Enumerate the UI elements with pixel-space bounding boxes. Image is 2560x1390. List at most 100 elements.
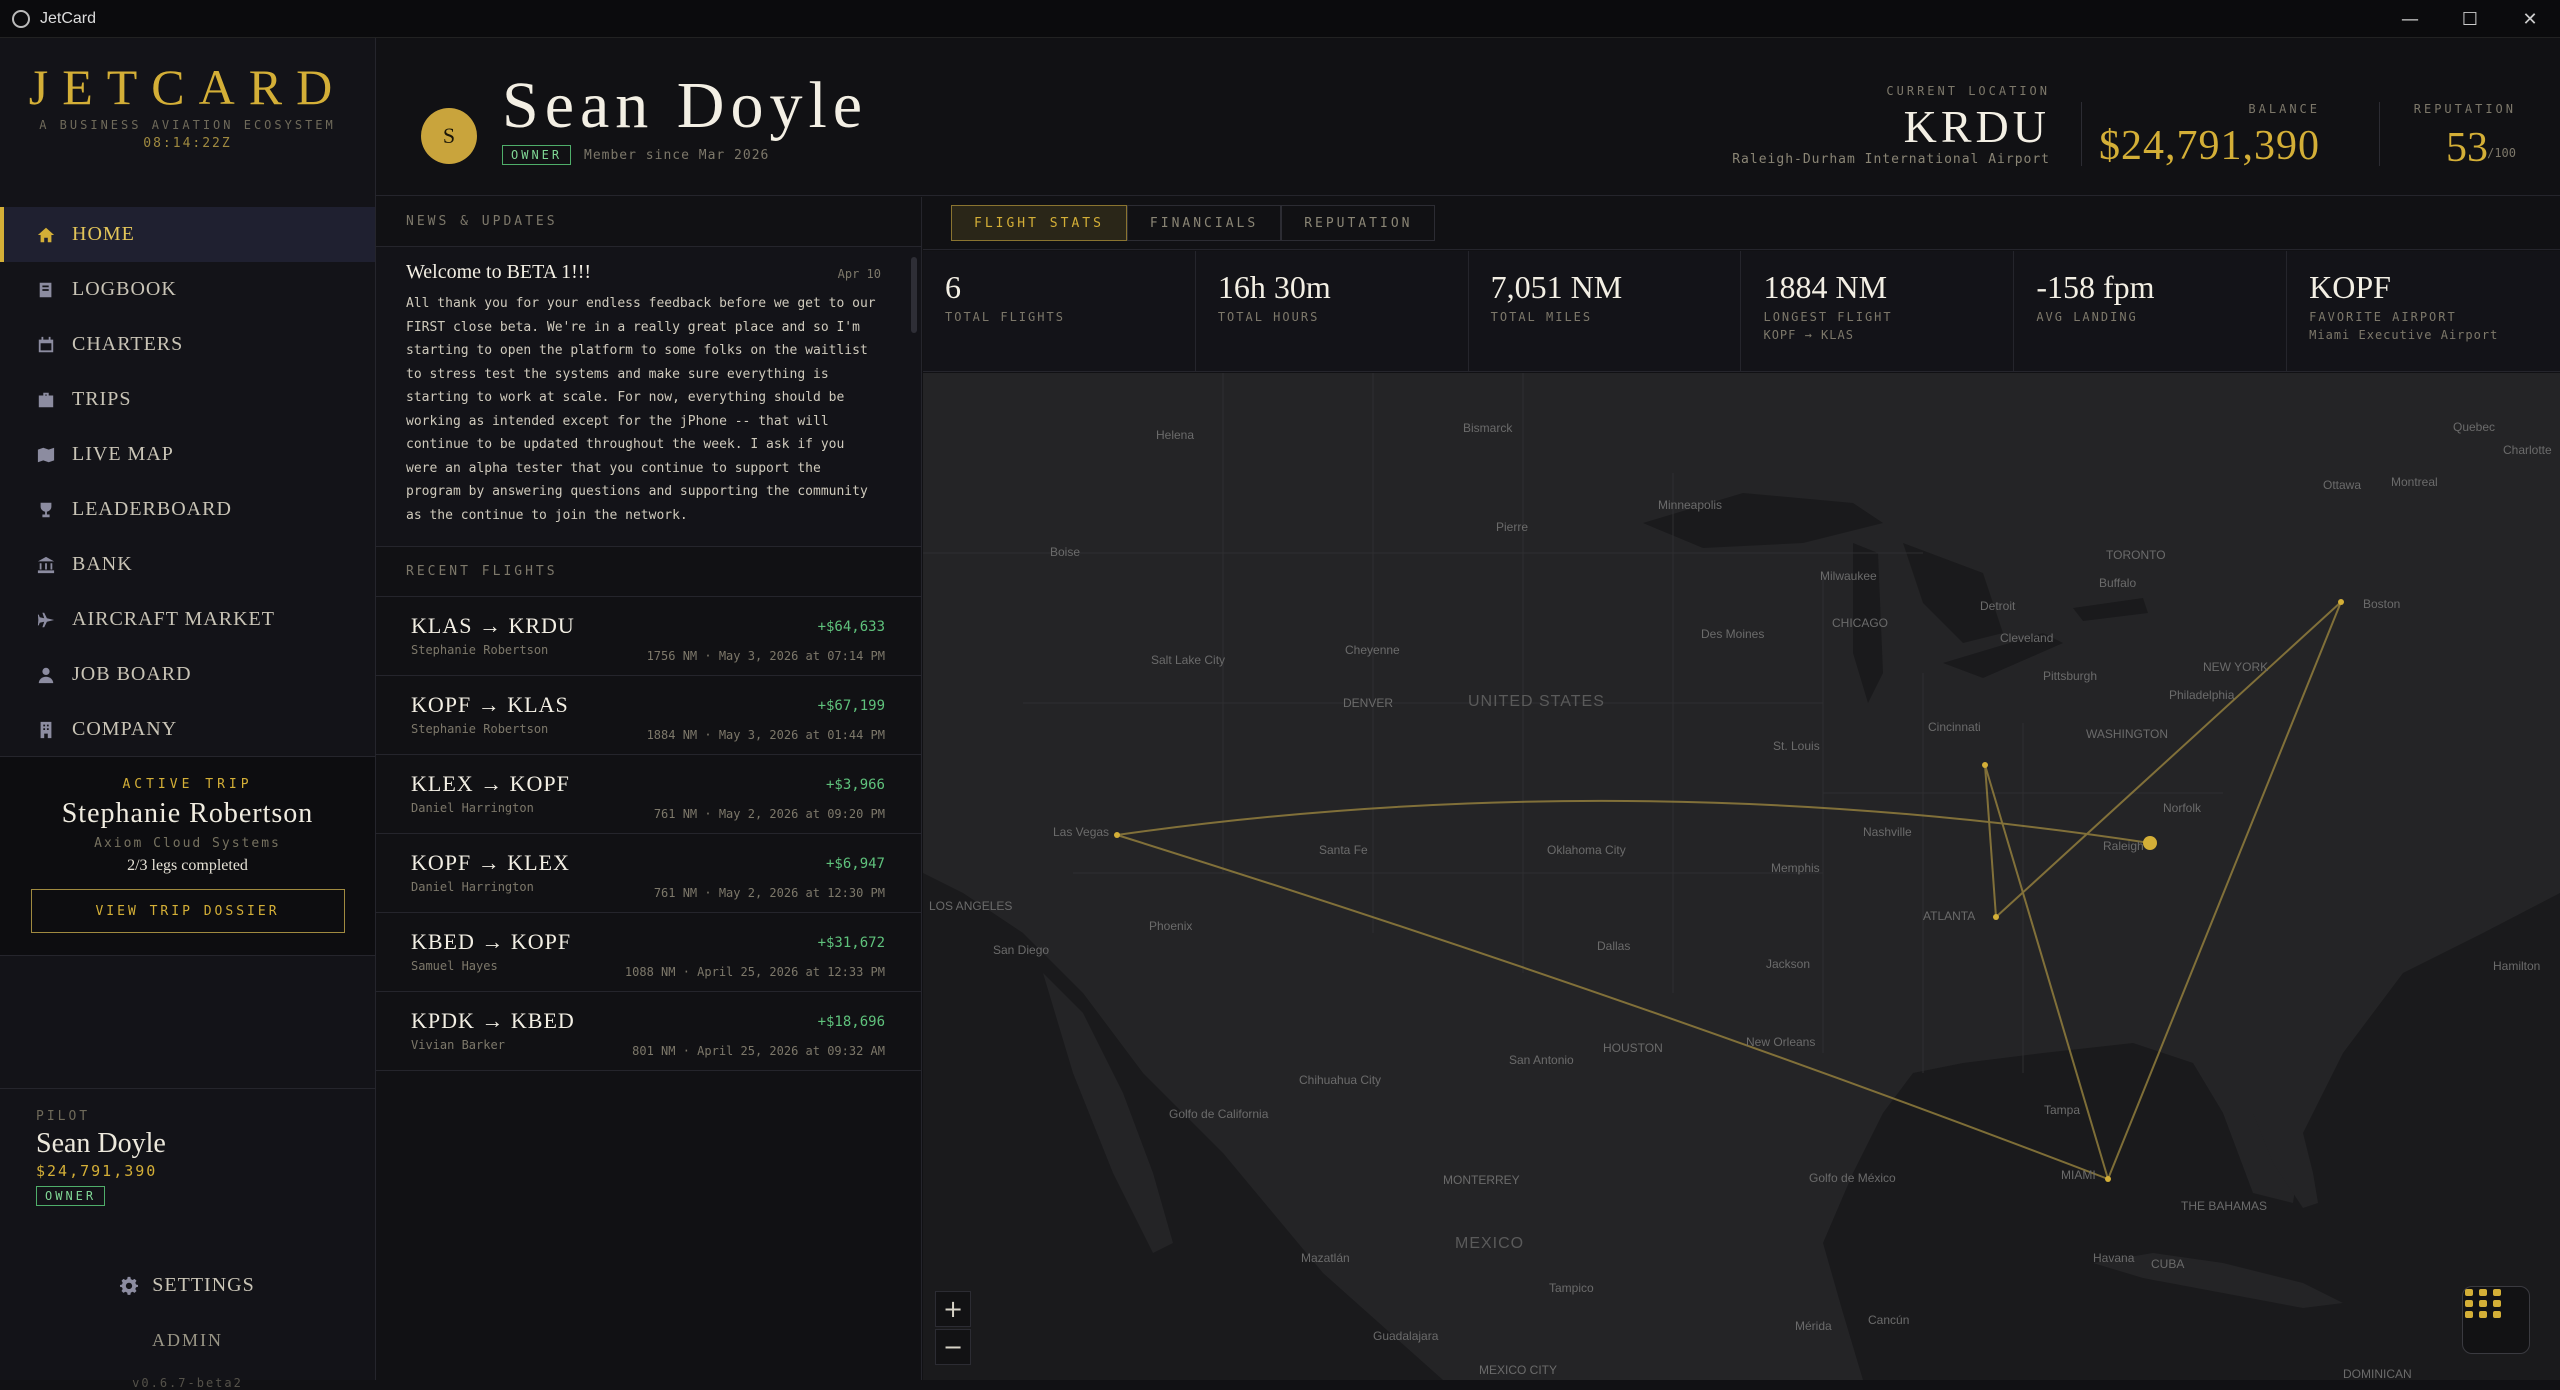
map-label: Bismarck [1463, 421, 1513, 435]
map-label: Detroit [1980, 599, 2016, 613]
profile-header: S Sean Doyle OWNER Member since Mar 2026… [376, 38, 2560, 196]
nav-item-home[interactable]: HOME [0, 207, 375, 262]
minimize-button[interactable]: — [2380, 0, 2440, 38]
active-trip-client: Stephanie Robertson [61, 798, 314, 829]
settings-button[interactable]: SETTINGS [0, 1274, 375, 1297]
sidebar: JETCARD A BUSINESS AVIATION ECOSYSTEM 08… [0, 38, 376, 1390]
nav-item-aircraft-market[interactable]: AIRCRAFT MARKET [0, 592, 375, 647]
map-label: Tampico [1549, 1281, 1594, 1295]
nav-label: HOME [72, 223, 135, 245]
map-label: MEXICO CITY [1479, 1363, 1558, 1377]
close-button[interactable]: ✕ [2500, 0, 2560, 38]
map-label: Santa Fe [1319, 843, 1368, 857]
flight-meta: 801 NM · April 25, 2026 at 09:32 AM [632, 1044, 885, 1058]
view-trip-dossier-button[interactable]: VIEW TRIP DOSSIER [30, 889, 345, 933]
building-icon [36, 720, 56, 740]
tab-flight-stats[interactable]: FLIGHT STATS [951, 205, 1127, 241]
flight-meta: 761 NM · May 2, 2026 at 12:30 PM [653, 886, 885, 900]
flight-row[interactable]: KOPF → KLEX +$6,947 Daniel Harrington 76… [376, 834, 921, 913]
zoom-out-button[interactable]: − [935, 1329, 971, 1365]
maximize-button[interactable]: ☐ [2440, 0, 2500, 38]
stat-label: LONGEST FLIGHT [1763, 310, 1893, 324]
stat-value: 16h 30m [1217, 269, 1331, 305]
flight-earnings: +$64,633 [817, 619, 885, 635]
map-label: Jackson [1766, 957, 1811, 971]
flight-route: KOPF → KLEX [411, 850, 570, 875]
gear-icon [120, 1276, 139, 1295]
pilot-label: PILOT [36, 1109, 91, 1124]
stat-label: TOTAL HOURS [1217, 310, 1320, 324]
brand: JETCARD A BUSINESS AVIATION ECOSYSTEM 08… [0, 38, 375, 173]
app-version: v0.6.7-beta2 [132, 1376, 243, 1390]
nav-label: BANK [72, 553, 133, 575]
map-label: Hamilton [2493, 959, 2541, 973]
map-label: WASHINGTON [2086, 727, 2169, 741]
zoom-in-button[interactable]: + [935, 1291, 971, 1327]
nav-item-leaderboard[interactable]: LEADERBOARD [0, 482, 375, 537]
map-label: Golfo de México [1809, 1171, 1896, 1185]
recent-flights-label: RECENT FLIGHTS [376, 547, 921, 597]
stat-avg-landing: -158 fpm AVG LANDING [2014, 251, 2288, 371]
pilot-role-badge: OWNER [36, 1186, 106, 1206]
nav-item-charters[interactable]: CHARTERS [0, 317, 375, 372]
marker-klex [1982, 762, 1988, 768]
trophy-icon [36, 500, 56, 520]
flight-earnings: +$31,672 [817, 935, 885, 951]
app-icon [12, 9, 30, 28]
nav-item-job-board[interactable]: JOB BOARD [0, 647, 375, 702]
marker-kpdk [1993, 914, 1999, 920]
map-label: DENVER [1343, 696, 1394, 710]
flight-row[interactable]: KPDK → KBED +$18,696 Vivian Barker 801 N… [376, 992, 921, 1071]
flight-row[interactable]: KBED → KOPF +$31,672 Samuel Hayes 1088 N… [376, 913, 921, 992]
map-label: Norfolk [2163, 801, 2202, 815]
flight-meta: 761 NM · May 2, 2026 at 09:20 PM [653, 807, 885, 821]
nav-item-live-map[interactable]: LIVE MAP [0, 427, 375, 482]
flight-meta: 1756 NM · May 3, 2026 at 07:14 PM [646, 649, 885, 663]
map-label: Charlotte [2503, 443, 2552, 457]
plane-icon [36, 610, 56, 630]
map-label: Guadalajara [1373, 1329, 1439, 1343]
map-label: Helena [1156, 428, 1195, 442]
tab-reputation[interactable]: REPUTATION [1281, 205, 1436, 241]
map-label: NEW YORK [2203, 660, 2269, 674]
flight-earnings: +$18,696 [817, 1014, 885, 1030]
marker-klas [1114, 832, 1120, 838]
marker-kopf [2105, 1176, 2111, 1182]
brand-tagline: A BUSINESS AVIATION ECOSYSTEM [39, 118, 336, 132]
active-trip-card: ACTIVE TRIP Stephanie Robertson Axiom Cl… [0, 756, 375, 956]
active-trip-label: ACTIVE TRIP [122, 777, 253, 792]
stat-favorite-airport: KOPF FAVORITE AIRPORT Miami Executive Ai… [2287, 251, 2560, 371]
admin-link[interactable]: ADMIN [0, 1330, 375, 1351]
nav-item-trips[interactable]: TRIPS [0, 372, 375, 427]
flight-stats-row: 6 TOTAL FLIGHTS 16h 30m TOTAL HOURS 7,05… [923, 251, 2560, 372]
flight-route: KOPF → KLAS [411, 692, 569, 717]
nav-item-bank[interactable]: BANK [0, 537, 375, 592]
stat-total-hours: 16h 30m TOTAL HOURS [1196, 251, 1469, 371]
feed-column: NEWS & UPDATES Welcome to BETA 1!!! Apr … [376, 197, 922, 1380]
news-item[interactable]: Welcome to BETA 1!!! Apr 10 All thank yo… [376, 247, 921, 547]
map-label: CHICAGO [1832, 616, 1889, 630]
nav-item-logbook[interactable]: LOGBOOK [0, 262, 375, 317]
stat-value: 6 [945, 269, 961, 305]
window-titlebar: JetCard — ☐ ✕ [0, 0, 2560, 38]
tab-financials[interactable]: FINANCIALS [1126, 205, 1282, 241]
calendar-icon [36, 335, 56, 355]
brand-logo[interactable]: JETCARD [0, 58, 375, 116]
app-grid-button[interactable] [2462, 1286, 2530, 1354]
map-label: TORONTO [2106, 548, 2166, 562]
nav-item-company[interactable]: COMPANY [0, 702, 375, 757]
pilot-balance: $24,791,390 [36, 1162, 158, 1180]
flight-map[interactable]: Helena Bismarck Minneapolis Pierre Boise… [923, 373, 2560, 1380]
map-label: LOS ANGELES [929, 899, 1013, 913]
avatar[interactable]: S [421, 108, 477, 164]
nav-label: LEADERBOARD [72, 498, 232, 520]
flight-row[interactable]: KOPF → KLAS +$67,199 Stephanie Robertson… [376, 676, 921, 755]
flight-row[interactable]: KLEX → KOPF +$3,966 Daniel Harrington 76… [376, 755, 921, 834]
current-location-code: KRDU [1903, 101, 2050, 152]
map-label: Cancún [1868, 1313, 1910, 1327]
map-label: Golfo de California [1169, 1107, 1269, 1121]
flight-row[interactable]: KLAS → KRDU +$64,633 Stephanie Robertson… [376, 597, 921, 676]
news-scrollbar[interactable] [911, 257, 917, 333]
map-label: Minneapolis [1658, 498, 1723, 512]
map-label: MONTERREY [1443, 1173, 1520, 1187]
